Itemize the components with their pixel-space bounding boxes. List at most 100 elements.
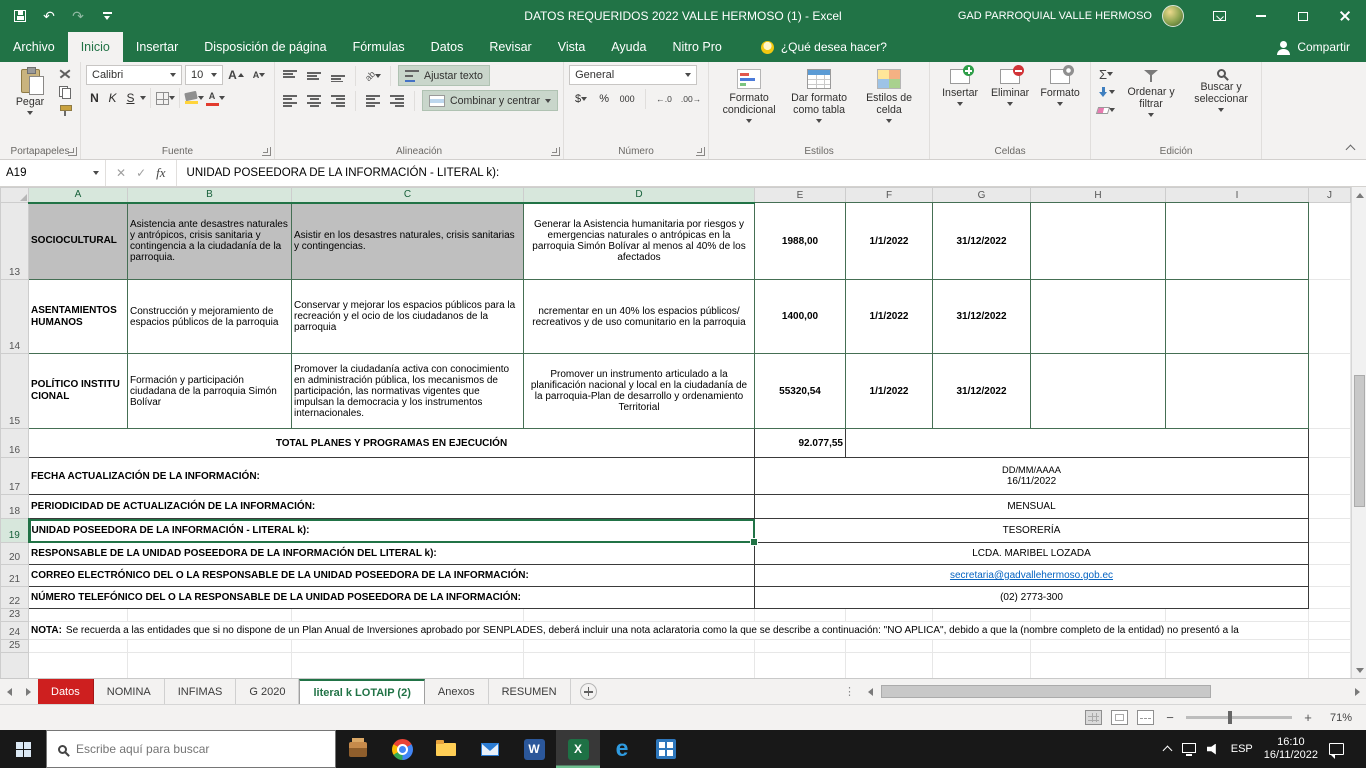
cell-info-value[interactable]: DD/MM/AAAA 16/11/2022	[755, 458, 1309, 495]
fill-button[interactable]	[1096, 83, 1116, 101]
cell-start-date[interactable]: 1/1/2022	[846, 280, 933, 354]
horizontal-scrollbar[interactable]	[862, 679, 1366, 704]
cell-end-date[interactable]: 31/12/2022	[933, 280, 1031, 354]
empty-cell[interactable]	[1309, 495, 1351, 519]
selected-cell-a19[interactable]: UNIDAD POSEEDORA DE LA INFORMACIÓN - LIT…	[29, 519, 755, 543]
column-header-b[interactable]: B	[128, 188, 292, 203]
scroll-up-icon[interactable]	[1352, 187, 1366, 203]
column-header-g[interactable]: G	[933, 188, 1031, 203]
collapse-ribbon-icon[interactable]	[1346, 145, 1356, 155]
file-explorer-icon[interactable]	[424, 730, 468, 768]
cell-amount[interactable]: 1988,00	[755, 203, 846, 280]
align-top-button[interactable]	[280, 67, 300, 85]
empty-cell[interactable]	[128, 653, 292, 679]
empty-cell[interactable]	[292, 609, 524, 622]
zoom-slider-thumb[interactable]	[1228, 711, 1232, 724]
decrease-font-button[interactable]	[249, 66, 269, 84]
percent-format-button[interactable]: %	[596, 90, 612, 108]
empty-cell[interactable]	[755, 653, 846, 679]
empty-cell[interactable]	[1309, 354, 1351, 429]
volume-icon[interactable]	[1207, 744, 1220, 755]
save-icon[interactable]	[12, 8, 28, 24]
empty-cell[interactable]	[29, 640, 128, 653]
scroll-right-icon[interactable]	[1349, 679, 1366, 704]
cell-project[interactable]: Asistencia ante desastres naturales y an…	[128, 203, 292, 280]
empty-cell[interactable]	[1166, 609, 1309, 622]
zoom-level[interactable]: 71%	[1324, 712, 1352, 724]
empty-cell[interactable]	[846, 653, 933, 679]
merge-center-button[interactable]: Combinar y centrar	[422, 90, 558, 111]
empty-cell[interactable]	[1309, 543, 1351, 565]
column-header-f[interactable]: F	[846, 188, 933, 203]
empty-cell[interactable]	[1031, 203, 1166, 280]
align-left-button[interactable]	[280, 92, 300, 110]
column-header-e[interactable]: E	[755, 188, 846, 203]
empty-cell[interactable]	[1031, 640, 1166, 653]
email-link[interactable]: secretaria@gadvallehermoso.gob.ec	[950, 570, 1113, 581]
sheet-nav-left-icon[interactable]	[0, 679, 19, 704]
tab-formulas[interactable]: Fórmulas	[340, 32, 418, 62]
empty-cell[interactable]	[1309, 653, 1351, 679]
autosum-button[interactable]	[1096, 65, 1116, 83]
tab-disposicion[interactable]: Disposición de página	[191, 32, 339, 62]
confirm-entry-icon[interactable]: ✓	[136, 166, 146, 180]
cell-goal[interactable]: Generar la Asistencia humanitaria por ri…	[524, 203, 755, 280]
new-sheet-button[interactable]	[580, 683, 597, 700]
package-app-icon[interactable]	[336, 730, 380, 768]
dialog-launcher-icon[interactable]	[696, 147, 705, 156]
language-indicator[interactable]: ESP	[1231, 743, 1253, 755]
cell-note[interactable]: NOTA:Se recuerda a las entidades que si …	[29, 622, 1309, 640]
empty-cell[interactable]	[1309, 519, 1351, 543]
row-header[interactable]: 14	[1, 280, 29, 354]
cell-objective[interactable]: Asistir en los desastres naturales, cris…	[292, 203, 524, 280]
excel-icon[interactable]	[556, 730, 600, 768]
delete-cells-button[interactable]: Eliminar	[985, 65, 1035, 106]
increase-font-button[interactable]	[226, 66, 246, 84]
cell-total-value[interactable]: 92.077,55	[755, 429, 846, 458]
insert-function-icon[interactable]: fx	[156, 165, 165, 181]
cell-component[interactable]: ASENTAMIENTOS HUMANOS	[29, 280, 128, 354]
row-header[interactable]: 25	[1, 640, 29, 653]
empty-cell[interactable]	[846, 640, 933, 653]
tab-vista[interactable]: Vista	[545, 32, 599, 62]
wrap-text-button[interactable]: Ajustar texto	[398, 65, 490, 86]
tab-insertar[interactable]: Insertar	[123, 32, 191, 62]
empty-cell[interactable]	[1309, 609, 1351, 622]
tell-me-search[interactable]: ¿Qué desea hacer?	[761, 32, 887, 62]
cell-goal[interactable]: Promover un instrumento articulado a la …	[524, 354, 755, 429]
empty-cell[interactable]	[292, 640, 524, 653]
dialog-launcher-icon[interactable]	[68, 147, 77, 156]
formula-input[interactable]: UNIDAD POSEEDORA DE LA INFORMACIÓN - LIT…	[177, 160, 1366, 186]
column-header-d[interactable]: D	[524, 188, 755, 203]
select-all-corner[interactable]	[1, 188, 29, 203]
column-header-h[interactable]: H	[1031, 188, 1166, 203]
sheet-tab-literal-k-lotaip[interactable]: literal k LOTAIP (2)	[299, 679, 424, 704]
sheet-tab-resumen[interactable]: RESUMEN	[489, 679, 571, 704]
italic-button[interactable]: K	[104, 89, 121, 108]
fill-color-button[interactable]	[184, 89, 204, 107]
row-header[interactable]: 26	[1, 653, 29, 679]
empty-cell[interactable]	[755, 640, 846, 653]
cell-info-value[interactable]: (02) 2773-300	[755, 587, 1309, 609]
cell-component[interactable]: SOCIOCULTURAL	[29, 203, 128, 280]
empty-cell[interactable]	[524, 609, 755, 622]
column-header-i[interactable]: I	[1166, 188, 1309, 203]
account-avatar[interactable]	[1162, 5, 1184, 27]
empty-cell[interactable]	[846, 609, 933, 622]
cell-start-date[interactable]: 1/1/2022	[846, 203, 933, 280]
empty-cell[interactable]	[29, 609, 128, 622]
increase-indent-button[interactable]	[387, 92, 407, 110]
zoom-slider[interactable]	[1186, 716, 1292, 719]
cell-total-label[interactable]: TOTAL PLANES Y PROGRAMAS EN EJECUCIÓN	[29, 429, 755, 458]
tab-ayuda[interactable]: Ayuda	[598, 32, 659, 62]
share-button[interactable]: Compartir	[1280, 32, 1366, 62]
empty-cell[interactable]	[933, 653, 1031, 679]
dialog-launcher-icon[interactable]	[262, 147, 271, 156]
cell-info-label[interactable]: FECHA ACTUALIZACIÓN DE LA INFORMACIÓN:	[29, 458, 755, 495]
cancel-entry-icon[interactable]: ✕	[116, 166, 126, 180]
ribbon-display-options-button[interactable]	[1198, 0, 1240, 32]
page-break-view-button[interactable]	[1137, 710, 1154, 725]
cell-end-date[interactable]: 31/12/2022	[933, 354, 1031, 429]
cell-project[interactable]: Construcción y mejoramiento de espacios …	[128, 280, 292, 354]
customize-quick-access-icon[interactable]	[99, 8, 115, 24]
